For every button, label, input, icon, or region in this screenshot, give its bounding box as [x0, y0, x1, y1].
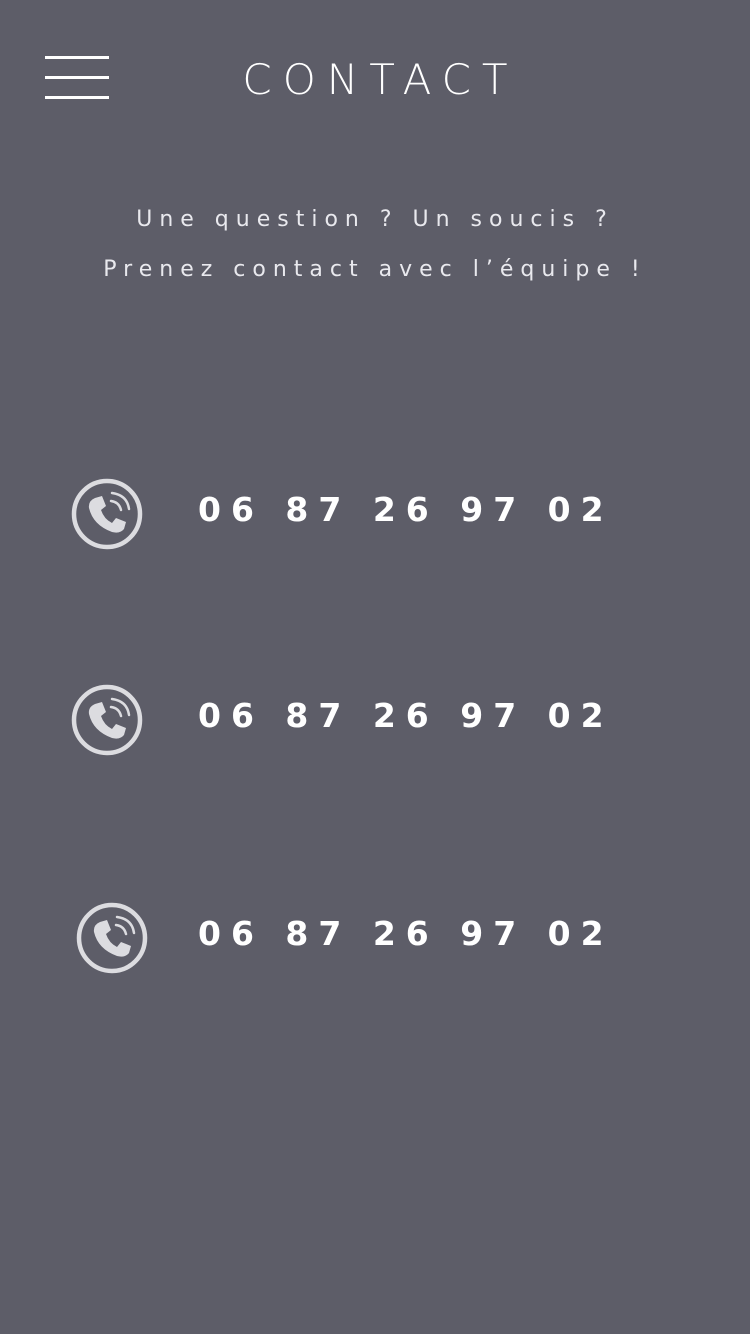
phone-contact-1[interactable]: 06 87 26 97 02 — [0, 472, 750, 552]
intro-text: Une question ? Un soucis ? Prenez contac… — [0, 195, 750, 295]
phone-number: 06 87 26 97 02 — [198, 914, 614, 953]
phone-call-icon — [71, 684, 143, 756]
intro-line-1: Une question ? Un soucis ? — [136, 207, 614, 232]
phone-number: 06 87 26 97 02 — [198, 696, 614, 735]
phone-contact-2[interactable]: 06 87 26 97 02 — [0, 678, 750, 758]
intro-line-2: Prenez contact avec l’équipe ! — [103, 257, 647, 282]
phone-call-icon — [71, 478, 143, 550]
phone-number: 06 87 26 97 02 — [198, 490, 614, 529]
page-title: CONTACT — [242, 55, 519, 104]
phone-contact-3[interactable]: 06 87 26 97 02 — [0, 896, 750, 976]
phone-call-icon — [76, 902, 148, 974]
